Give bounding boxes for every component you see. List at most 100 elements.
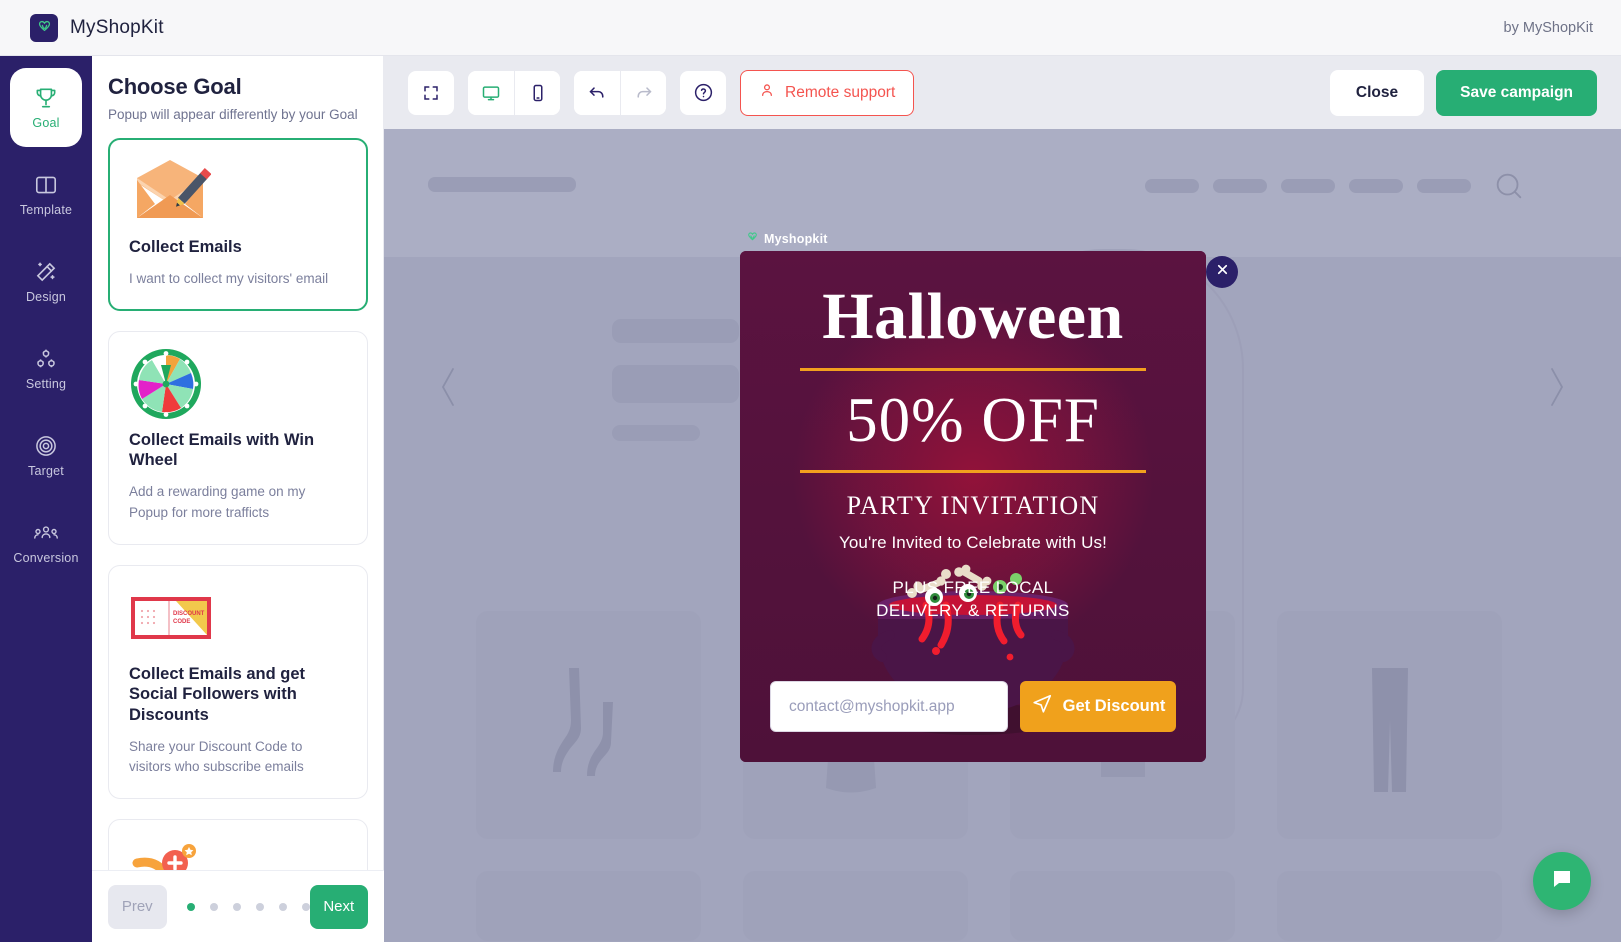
remote-support-label: Remote support (785, 83, 896, 101)
prev-button[interactable]: Prev (108, 884, 167, 929)
goal-card-desc: I want to collect my visitors' email (129, 270, 329, 286)
remote-support-button[interactable]: Remote support (740, 69, 915, 116)
hero-line (612, 425, 700, 441)
step-dot[interactable] (232, 902, 241, 911)
close-icon (1215, 262, 1230, 282)
sidebar-item-goal[interactable]: Goal (10, 68, 82, 147)
history-group (574, 70, 666, 115)
product-card[interactable] (743, 871, 968, 941)
next-button[interactable]: Next (309, 884, 368, 929)
goal-card-social-discounts[interactable]: DISCOUNT CODE Collect Emails and get Soc… (108, 564, 368, 800)
popup-brand-label: Myshopkit (764, 232, 828, 246)
top-bar: MyShopKit by MyShopKit (0, 0, 1621, 56)
step-dot[interactable] (255, 902, 264, 911)
save-campaign-button[interactable]: Save campaign (1436, 69, 1597, 116)
popup-plus-text: PLUS FREE LOCAL DELIVERY & RETURNS (770, 577, 1176, 623)
toolbar-actions: Close Save campaign (1329, 69, 1597, 116)
sidebar-item-label: Template (19, 203, 73, 217)
brand[interactable]: MyShopKit (30, 13, 164, 42)
popup-preview: Myshopkit Halloween 50% OFF PARTY INVITA… (740, 232, 1206, 762)
page-subtitle: Popup will appear differently by your Go… (108, 107, 358, 122)
magic-wand-icon (33, 259, 59, 285)
popup-plus-line2: DELIVERY & RETURNS (876, 600, 1070, 620)
step-dot[interactable] (209, 902, 218, 911)
question-circle-icon[interactable] (680, 70, 726, 115)
gears-icon (33, 346, 59, 372)
envelope-pencil-icon (129, 157, 347, 225)
goal-card-desc: Share your Discount Code to visitors who… (129, 738, 304, 775)
popup-party-heading: PARTY INVITATION (846, 490, 1100, 520)
goal-card-desc: Add a rewarding game on my Popup for mor… (129, 483, 306, 520)
fullscreen-icon[interactable] (408, 70, 454, 115)
popup-close-button[interactable] (1206, 256, 1238, 288)
sidebar-item-design[interactable]: Design (0, 242, 92, 321)
myshopkit-mark-icon (746, 231, 759, 247)
chevron-right-icon[interactable] (1543, 364, 1569, 415)
target-icon (33, 433, 59, 459)
product-grid-row2 (476, 871, 1502, 941)
wizard-footer: Prev Next (92, 870, 384, 942)
hero-line (612, 319, 739, 343)
close-button[interactable]: Close (1329, 69, 1425, 116)
goal-card-win-wheel[interactable]: Collect Emails with Win Wheel Add a rewa… (108, 330, 368, 545)
sidebar-item-template[interactable]: Template (0, 155, 92, 234)
editor-toolbar: Remote support Close Save campaign (384, 56, 1621, 129)
page-title: Choose Goal (108, 74, 242, 99)
sidebar-item-target[interactable]: Target (0, 416, 92, 495)
hero-text-placeholders (612, 319, 739, 463)
product-card[interactable] (1277, 871, 1502, 941)
preview-canvas: Myshopkit Halloween 50% OFF PARTY INVITA… (384, 129, 1621, 942)
divider-bottom (800, 469, 1146, 473)
goal-card-title: Collect Emails (129, 238, 242, 256)
step-dot[interactable] (278, 902, 287, 911)
product-card[interactable] (1277, 611, 1502, 839)
discount-ticket-icon: DISCOUNT CODE (129, 584, 347, 652)
user-icon (759, 82, 775, 103)
redo-icon[interactable] (620, 70, 666, 115)
divider-top (800, 367, 1146, 371)
sidebar-item-label: Conversion (13, 551, 79, 565)
sidebar-item-label: Target (28, 464, 64, 478)
brand-name: MyShopKit (70, 16, 164, 38)
goal-card-collect-emails[interactable]: Collect Emails I want to collect my visi… (108, 138, 368, 311)
goal-card-title: Collect Emails with Win Wheel (129, 430, 315, 470)
search-icon[interactable] (1492, 169, 1526, 208)
goal-card-title: Collect Emails and get Social Followers … (129, 664, 306, 724)
product-card[interactable] (1010, 871, 1235, 941)
sidebar-rail: Goal Template Design Setting Target Conv… (0, 56, 92, 942)
sidebar-item-label: Design (25, 290, 67, 304)
fullscreen-group (408, 70, 454, 115)
mock-nav-item (1281, 179, 1335, 193)
mock-nav-placeholders (1145, 179, 1471, 193)
chat-bubble-icon (1550, 867, 1574, 896)
popup-offer: 50% OFF (846, 384, 1100, 455)
mobile-icon[interactable] (514, 70, 560, 115)
goal-card-list[interactable]: Collect Emails I want to collect my visi… (92, 138, 384, 902)
mock-nav-item (1417, 179, 1471, 193)
popup-plus-line1: PLUS FREE LOCAL (892, 577, 1054, 597)
mock-nav-item (1213, 179, 1267, 193)
product-card[interactable] (476, 871, 701, 941)
chat-widget-button[interactable] (1533, 852, 1591, 910)
popup-body: Halloween 50% OFF PARTY INVITATION You'r… (740, 251, 1206, 762)
chevron-left-icon[interactable] (436, 364, 462, 415)
product-card[interactable] (476, 611, 701, 839)
popup-content: Halloween 50% OFF PARTY INVITATION You'r… (740, 251, 1206, 623)
get-discount-label: Get Discount (1062, 697, 1166, 715)
svg-text:DISCOUNT: DISCOUNT (173, 611, 205, 617)
step-dot[interactable] (186, 902, 195, 911)
layout-icon (33, 172, 59, 198)
sidebar-item-setting[interactable]: Setting (0, 329, 92, 408)
popup-invite-text: You're Invited to Celebrate with Us! (839, 532, 1107, 552)
get-discount-button[interactable]: Get Discount (1020, 681, 1176, 732)
desktop-icon[interactable] (468, 70, 514, 115)
step-dot[interactable] (301, 902, 310, 911)
sidebar-item-conversion[interactable]: Conversion (0, 503, 92, 582)
undo-icon[interactable] (574, 70, 620, 115)
sidebar-item-label: Setting (25, 377, 67, 391)
myshopkit-logo-icon (30, 13, 58, 42)
send-icon (1031, 693, 1053, 720)
step-dots (186, 902, 310, 911)
email-input[interactable] (770, 681, 1008, 732)
hero-line (612, 365, 739, 403)
